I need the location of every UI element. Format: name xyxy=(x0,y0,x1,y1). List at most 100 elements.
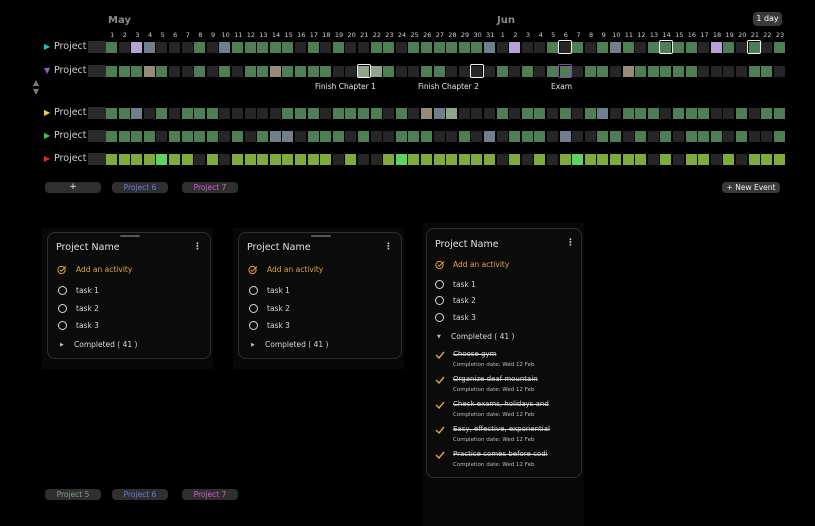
day-cell[interactable] xyxy=(244,153,256,165)
day-cell[interactable] xyxy=(143,153,155,165)
day-cell[interactable] xyxy=(181,153,193,165)
day-cell[interactable] xyxy=(736,41,747,53)
day-cell[interactable] xyxy=(269,107,281,119)
day-cell[interactable] xyxy=(610,65,621,77)
day-cell[interactable] xyxy=(307,153,319,165)
day-cell[interactable] xyxy=(370,41,382,53)
day-cell[interactable] xyxy=(572,41,584,53)
day-cell[interactable] xyxy=(295,65,306,77)
day-cell[interactable] xyxy=(257,130,269,142)
day-cell[interactable] xyxy=(710,65,722,77)
check-icon[interactable] xyxy=(435,401,445,409)
play-triangle-icon[interactable]: ▶ xyxy=(44,130,54,142)
day-cell[interactable] xyxy=(219,153,231,165)
project-chip[interactable]: Project 6 xyxy=(112,489,168,500)
day-cell[interactable] xyxy=(710,107,722,119)
day-cell[interactable] xyxy=(761,41,773,53)
day-cell[interactable] xyxy=(408,65,420,77)
zoom-level-button[interactable]: 1 day xyxy=(753,12,782,26)
day-cell[interactable] xyxy=(647,41,659,53)
day-cell[interactable] xyxy=(748,107,760,119)
day-cell[interactable] xyxy=(496,107,508,119)
day-cell[interactable] xyxy=(408,130,420,142)
day-cell[interactable] xyxy=(458,41,470,53)
day-cell[interactable] xyxy=(156,153,168,165)
day-cell[interactable] xyxy=(509,65,521,77)
radio-circle-icon[interactable] xyxy=(58,286,67,295)
new-event-button[interactable]: + New Event xyxy=(722,182,780,193)
day-cell[interactable] xyxy=(748,65,760,77)
day-cell[interactable] xyxy=(547,107,558,119)
day-cell[interactable] xyxy=(244,65,256,77)
day-cell[interactable] xyxy=(458,130,470,142)
day-cell[interactable] xyxy=(106,130,117,142)
day-cell[interactable] xyxy=(534,65,546,77)
day-cell[interactable] xyxy=(458,153,470,165)
day-cell[interactable] xyxy=(143,41,155,53)
day-cell[interactable] xyxy=(496,41,508,53)
day-cell[interactable] xyxy=(433,65,445,77)
day-cell[interactable] xyxy=(534,41,546,53)
day-cell[interactable] xyxy=(320,153,332,165)
day-cell[interactable] xyxy=(345,153,357,165)
day-cell[interactable] xyxy=(471,41,483,53)
day-cell[interactable] xyxy=(773,65,785,77)
day-cell[interactable] xyxy=(169,65,180,77)
play-triangle-icon[interactable]: ▶ xyxy=(44,41,54,53)
day-cell[interactable] xyxy=(484,130,495,142)
day-cell[interactable] xyxy=(269,41,281,53)
chevron-down-icon[interactable]: ▼ xyxy=(437,334,441,340)
day-cell[interactable] xyxy=(698,65,710,77)
day-cell[interactable] xyxy=(723,153,735,165)
task-item[interactable]: task 1 xyxy=(453,280,476,289)
day-cell[interactable] xyxy=(194,65,206,77)
day-cell[interactable] xyxy=(572,130,584,142)
day-cell[interactable] xyxy=(723,130,735,142)
completed-item-title[interactable]: Choose gym xyxy=(453,350,496,358)
day-cell[interactable] xyxy=(647,107,659,119)
day-cell[interactable] xyxy=(307,65,319,77)
day-cell[interactable] xyxy=(597,153,609,165)
kebab-menu-icon[interactable]: ⋮ xyxy=(566,238,575,248)
day-cell[interactable] xyxy=(710,41,722,53)
check-icon[interactable] xyxy=(435,451,445,459)
day-cell[interactable] xyxy=(736,130,747,142)
day-cell[interactable] xyxy=(660,153,672,165)
project-chip[interactable]: Project 5 xyxy=(45,489,101,500)
day-cell[interactable] xyxy=(584,41,596,53)
day-cell[interactable] xyxy=(358,41,369,53)
day-cell[interactable] xyxy=(584,153,596,165)
task-item[interactable]: task 2 xyxy=(76,304,99,313)
day-cell[interactable] xyxy=(332,153,344,165)
day-cell[interactable] xyxy=(736,65,747,77)
day-cell[interactable] xyxy=(421,107,432,119)
day-cell[interactable] xyxy=(358,130,369,142)
project-card[interactable]: Project Name ⋮ Add an activity task 1 ta… xyxy=(47,232,211,359)
day-cell[interactable] xyxy=(143,130,155,142)
day-cell[interactable] xyxy=(194,153,206,165)
day-cell[interactable] xyxy=(282,107,294,119)
highlighted-day[interactable] xyxy=(469,64,484,78)
day-cell[interactable] xyxy=(257,153,269,165)
project-card[interactable]: Project Name ⋮ Add an activity task 1 ta… xyxy=(238,232,402,359)
day-cell[interactable] xyxy=(647,130,659,142)
collapse-triangle-icon[interactable]: ▼ xyxy=(44,65,54,77)
day-cell[interactable] xyxy=(118,130,130,142)
day-cell[interactable] xyxy=(194,130,206,142)
day-cell[interactable] xyxy=(622,107,634,119)
day-cell[interactable] xyxy=(484,153,495,165)
day-cell[interactable] xyxy=(547,65,558,77)
day-cell[interactable] xyxy=(269,130,281,142)
day-cell[interactable] xyxy=(358,107,369,119)
day-cell[interactable] xyxy=(622,130,634,142)
day-cell[interactable] xyxy=(773,130,785,142)
day-cell[interactable] xyxy=(698,130,710,142)
highlighted-day[interactable] xyxy=(558,40,573,54)
radio-circle-icon[interactable] xyxy=(58,304,67,313)
day-cell[interactable] xyxy=(257,41,269,53)
add-activity-link[interactable]: Add an activity xyxy=(267,265,323,274)
radio-circle-icon[interactable] xyxy=(435,296,444,305)
day-cell[interactable] xyxy=(471,153,483,165)
day-cell[interactable] xyxy=(572,153,584,165)
day-cell[interactable] xyxy=(269,153,281,165)
